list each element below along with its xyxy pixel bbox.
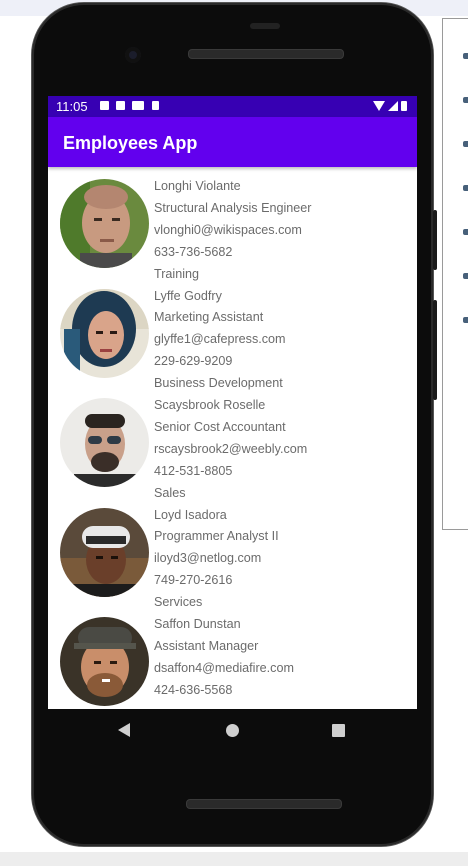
front-camera (125, 47, 141, 63)
employee-name: Loyd Isadora (154, 507, 227, 522)
employee-title: Programmer Analyst II (154, 529, 279, 544)
device-screen: 11:05 Employees App Longhi Violante Stru… (48, 96, 417, 709)
youtube-icon (132, 101, 144, 110)
tool-icon[interactable] (463, 317, 468, 323)
top-speaker-grille (188, 49, 344, 59)
notification-icon (100, 101, 109, 110)
employee-title: Structural Analysis Engineer (154, 200, 312, 215)
employee-name: Scaysbrook Roselle (154, 398, 266, 412)
bottom-speaker-grille (186, 799, 342, 809)
employee-title: Senior Cost Accountant (154, 419, 286, 434)
nav-home-icon[interactable] (226, 724, 239, 737)
tool-icon[interactable] (463, 97, 468, 103)
employee-list-item[interactable]: Lyffe Godfry Marketing Assistant glyffe1… (48, 286, 417, 396)
tool-icon[interactable] (463, 273, 468, 279)
background-bottom-strip (0, 852, 468, 866)
tool-icon[interactable] (463, 141, 468, 147)
employee-name: Saffon Dunstan (154, 617, 241, 631)
tool-icon[interactable] (463, 53, 468, 59)
employee-name: Longhi Violante (154, 179, 241, 193)
side-tool-panel (442, 18, 468, 530)
employee-department: Services (154, 595, 203, 610)
earpiece (250, 23, 280, 29)
employee-email: vlonghi0@wikispaces.com (154, 222, 302, 237)
wifi-icon (373, 101, 385, 111)
employee-avatar (60, 507, 149, 597)
employee-title: Assistant Manager (154, 638, 259, 653)
app-title: Employees App (63, 133, 198, 153)
employee-list-item[interactable]: Loyd Isadora Programmer Analyst II iloyd… (48, 505, 417, 615)
employee-list-item[interactable]: Scaysbrook Roselle Senior Cost Accountan… (48, 395, 417, 505)
employee-department: Business Development (154, 376, 283, 391)
battery-icon (401, 101, 407, 111)
employee-name: Lyffe Godfry (154, 288, 222, 303)
nav-back-icon[interactable] (118, 723, 130, 737)
tool-icon[interactable] (463, 185, 468, 191)
employee-avatar (60, 288, 149, 378)
employee-department: Training (154, 266, 200, 281)
tool-icon[interactable] (463, 229, 468, 235)
sd-card-icon (152, 101, 159, 110)
employee-list[interactable]: Longhi Violante Structural Analysis Engi… (48, 176, 417, 709)
employee-department: Sales (154, 485, 186, 500)
employee-title: Marketing Assistant (154, 310, 264, 325)
employee-avatar (60, 398, 149, 487)
employee-email: iloyd3@netlog.com (154, 551, 262, 566)
employee-email: dsaffon4@mediafire.com (154, 660, 294, 675)
volume-button[interactable] (433, 300, 437, 400)
nav-recents-icon[interactable] (332, 724, 345, 737)
employee-phone: 412-531-8805 (154, 463, 233, 478)
status-icons-right (373, 101, 407, 111)
employee-phone: 229-629-9209 (154, 354, 233, 369)
cell-signal-icon (388, 101, 398, 111)
employee-email: rscaysbrook2@weebly.com (154, 441, 308, 456)
status-time: 11:05 (56, 99, 88, 114)
power-button[interactable] (433, 210, 437, 270)
employee-list-item[interactable]: Saffon Dunstan Assistant Manager dsaffon… (48, 614, 417, 709)
mail-icon (116, 101, 125, 110)
employee-phone: 749-270-2616 (154, 573, 233, 588)
app-bar: Employees App (48, 117, 417, 167)
employee-phone: 424-636-5568 (154, 682, 233, 697)
employee-avatar (60, 617, 149, 706)
employee-list-item[interactable]: Longhi Violante Structural Analysis Engi… (48, 176, 417, 286)
employee-email: glyffe1@cafepress.com (154, 332, 286, 347)
employee-avatar (60, 179, 149, 268)
status-bar: 11:05 (48, 96, 417, 117)
employee-phone: 633-736-5682 (154, 244, 233, 259)
